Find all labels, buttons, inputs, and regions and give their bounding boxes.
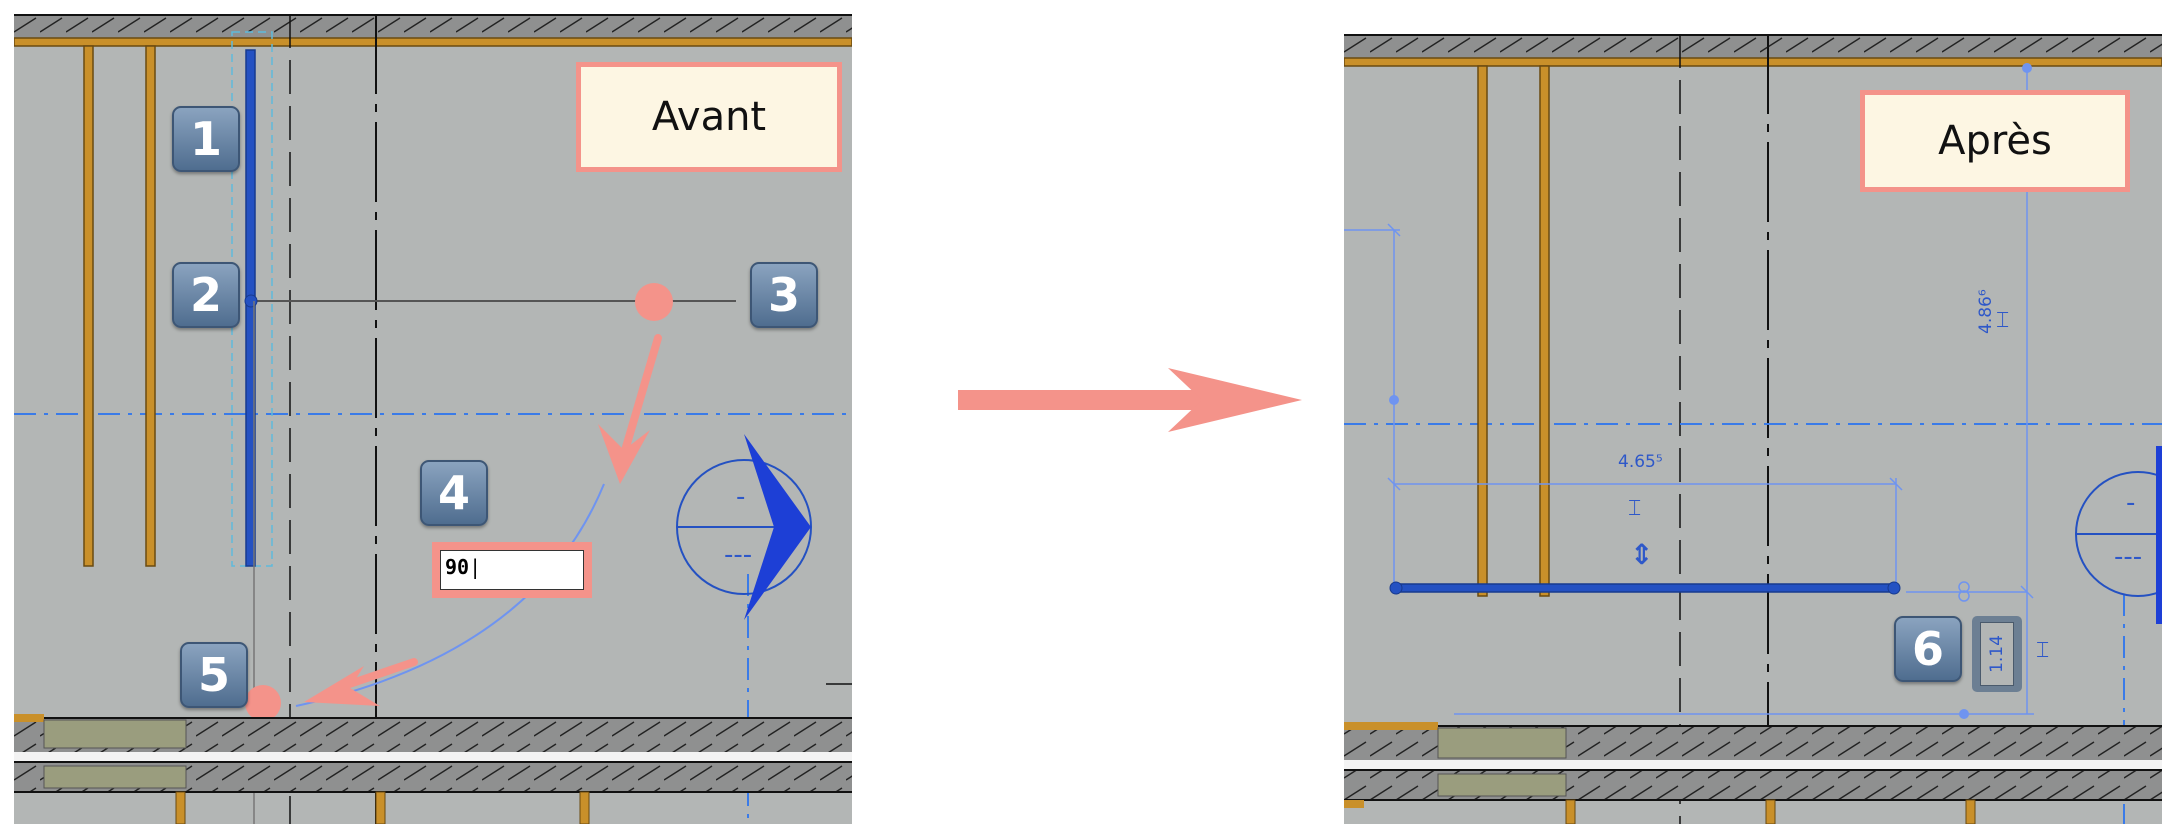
step-badge-1: 1	[172, 106, 240, 172]
partition-wall[interactable]	[83, 45, 94, 567]
temporary-dimension-value[interactable]: 1.14	[1987, 635, 2007, 673]
flip-arrows-icon[interactable]: ⇕	[1630, 538, 1653, 571]
after-view-panel[interactable]: Après 4.65⁵ 4.86⁶ ⌶ ⇕ ⌶ ⌶ 6 1.14 - ---	[1344, 34, 2162, 824]
partition-wall[interactable]	[1539, 65, 1550, 597]
top-wall-finish	[14, 37, 852, 47]
after-label: Après	[1860, 90, 2130, 192]
start-point[interactable]	[635, 283, 673, 321]
temporary-dimension[interactable]: 1.14	[1972, 616, 2022, 692]
before-label: Avant	[576, 62, 842, 172]
before-view-panel[interactable]: Avant 1 2 3 4 5 90| - ---	[14, 14, 852, 824]
angle-input[interactable]: 90|	[440, 550, 584, 590]
rotated-wall[interactable]	[1393, 583, 1897, 593]
angle-input-highlight: 90|	[432, 542, 592, 598]
step-badge-3: 3	[750, 262, 818, 328]
section-marker-bottom-text: ---	[724, 540, 753, 570]
transition-arrow-icon	[958, 368, 1302, 432]
section-marker-bottom-text: ---	[2114, 542, 2143, 572]
step-badge-6: 6	[1894, 616, 1962, 682]
top-wall[interactable]	[1344, 34, 2162, 60]
vertical-dimension-value[interactable]: 4.86⁶	[1976, 289, 1996, 334]
step-badge-5: 5	[180, 642, 248, 708]
step-badge-4: 4	[420, 460, 488, 526]
section-marker-top-text: -	[736, 482, 746, 512]
dimension-lock-icon[interactable]: ⌶	[1996, 308, 2009, 333]
partition-wall[interactable]	[145, 45, 156, 567]
section-marker-top-text: -	[2126, 488, 2136, 518]
dimension-lock-icon[interactable]: ⌶	[1628, 496, 1641, 521]
end-point[interactable]	[245, 685, 281, 721]
pink-arrow	[598, 424, 650, 484]
partition-wall[interactable]	[1477, 65, 1488, 597]
step-badge-2: 2	[172, 262, 240, 328]
text-caret: |	[469, 555, 482, 579]
dimension-lock-icon[interactable]: ⌶	[2036, 638, 2049, 663]
horizontal-dimension-value[interactable]: 4.65⁵	[1618, 452, 1663, 472]
top-wall[interactable]	[14, 14, 852, 40]
